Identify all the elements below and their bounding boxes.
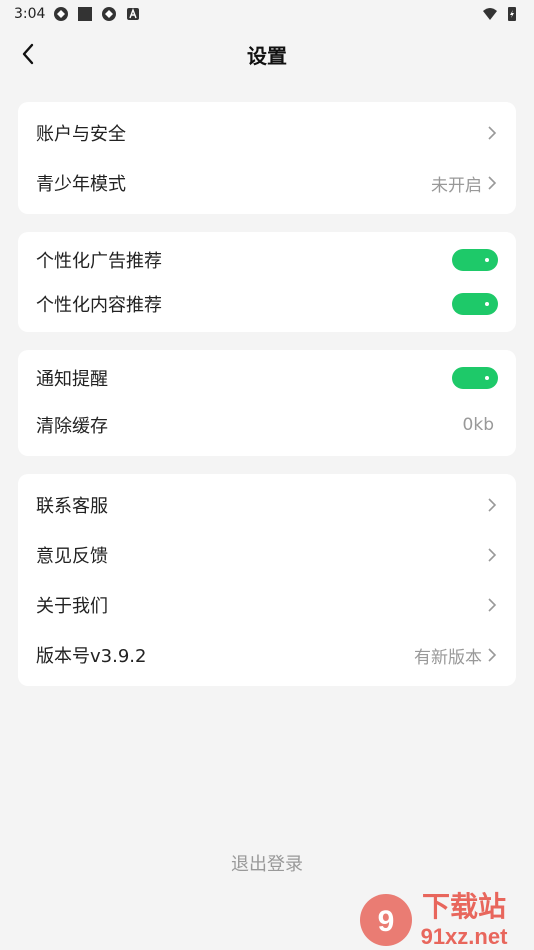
toggle-personalized-ads[interactable] bbox=[452, 249, 498, 271]
toggle-personalized-content[interactable] bbox=[452, 293, 498, 315]
wifi-icon bbox=[483, 8, 497, 20]
row-contact-support[interactable]: 联系客服 bbox=[18, 480, 516, 530]
page-title: 设置 bbox=[247, 43, 287, 68]
settings-group-personalization: 个性化广告推荐 个性化内容推荐 bbox=[18, 232, 516, 332]
toggle-knob bbox=[485, 376, 489, 380]
row-label: 联系客服 bbox=[36, 496, 108, 517]
row-youth-mode[interactable]: 青少年模式 未开启 bbox=[18, 158, 516, 208]
toggle-knob bbox=[485, 258, 489, 262]
row-label: 个性化内容推荐 bbox=[36, 295, 162, 316]
row-personalized-content: 个性化内容推荐 bbox=[18, 282, 516, 326]
watermark-url-text: 91xz.net bbox=[421, 924, 508, 949]
row-clear-cache[interactable]: 清除缓存 0kb bbox=[18, 400, 516, 450]
row-value: 未开启 bbox=[431, 175, 482, 196]
app-notification-icon-2 bbox=[102, 7, 117, 21]
settings-group-notification-cache: 通知提醒 清除缓存 0kb bbox=[18, 350, 516, 456]
row-label: 清除缓存 bbox=[36, 416, 108, 437]
row-account-security[interactable]: 账户与安全 bbox=[18, 108, 516, 158]
row-label: 意见反馈 bbox=[36, 546, 108, 567]
chevron-right-icon bbox=[488, 126, 497, 140]
update-available-value: 有新版本 bbox=[414, 647, 482, 668]
battery-icon bbox=[508, 7, 516, 21]
toggle-notifications[interactable] bbox=[452, 367, 498, 389]
settings-group-about: 联系客服 意见反馈 关于我们 版本号v3.9.2 有新版本 bbox=[18, 474, 516, 686]
navigation-bar: 设置 bbox=[0, 28, 534, 80]
logout-button[interactable]: 退出登录 bbox=[0, 850, 534, 876]
svg-text:9: 9 bbox=[378, 905, 395, 938]
app-notification-icon bbox=[54, 7, 69, 21]
chevron-left-icon bbox=[22, 43, 34, 65]
status-time: 3:04 bbox=[14, 6, 46, 22]
status-bar: 3:04 bbox=[0, 0, 534, 28]
row-label: 账户与安全 bbox=[36, 124, 126, 145]
chevron-right-icon bbox=[488, 498, 497, 512]
chevron-right-icon bbox=[488, 548, 497, 562]
row-feedback[interactable]: 意见反馈 bbox=[18, 530, 516, 580]
row-about-us[interactable]: 关于我们 bbox=[18, 580, 516, 630]
row-label: 关于我们 bbox=[36, 596, 108, 617]
watermark-cn-text: 下载站 bbox=[422, 890, 506, 923]
a-notification-icon bbox=[127, 8, 140, 20]
row-label: 青少年模式 bbox=[36, 174, 126, 195]
chevron-right-icon bbox=[488, 598, 497, 612]
chevron-right-icon bbox=[488, 176, 497, 190]
site-watermark-logo: 9 下载站 91xz.net bbox=[360, 890, 508, 949]
toggle-knob bbox=[485, 302, 489, 306]
row-personalized-ads: 个性化广告推荐 bbox=[18, 238, 516, 282]
cache-size-value: 0kb bbox=[462, 415, 494, 435]
settings-group-account: 账户与安全 青少年模式 未开启 bbox=[18, 102, 516, 214]
row-notifications: 通知提醒 bbox=[18, 356, 516, 400]
row-label: 个性化广告推荐 bbox=[36, 251, 162, 272]
square-notification-icon bbox=[78, 7, 93, 21]
row-version[interactable]: 版本号v3.9.2 有新版本 bbox=[18, 630, 516, 680]
row-label: 通知提醒 bbox=[36, 369, 108, 390]
back-button[interactable] bbox=[14, 40, 42, 68]
chevron-right-icon bbox=[488, 648, 497, 662]
row-label: 版本号v3.9.2 bbox=[36, 646, 147, 667]
